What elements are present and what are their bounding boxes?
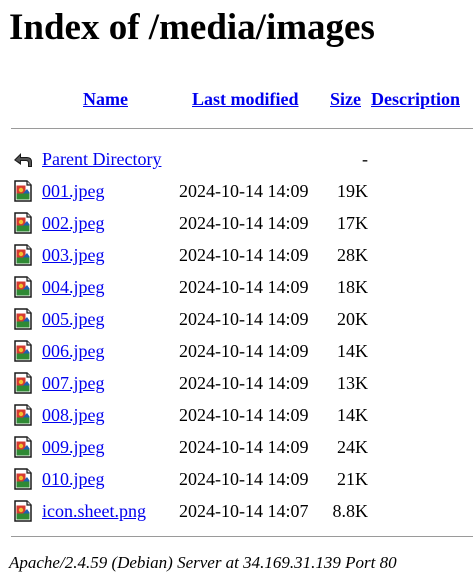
file-size: 24K bbox=[337, 437, 368, 457]
file-size: 13K bbox=[337, 373, 368, 393]
file-row: 006.jpeg 2024-10-14 14:09 14K bbox=[0, 338, 476, 366]
file-size: 18K bbox=[337, 277, 368, 297]
image-file-icon bbox=[11, 179, 35, 203]
file-last-modified: 2024-10-14 14:09 bbox=[179, 213, 309, 233]
file-size: 14K bbox=[337, 405, 368, 425]
image-file-icon bbox=[11, 435, 35, 459]
file-link[interactable]: 001.jpeg bbox=[42, 182, 105, 200]
parent-size: - bbox=[362, 149, 368, 169]
header-divider bbox=[11, 128, 473, 129]
image-file-icon bbox=[11, 403, 35, 427]
file-row: 009.jpeg 2024-10-14 14:09 24K bbox=[0, 434, 476, 462]
file-link[interactable]: icon.sheet.png bbox=[42, 502, 146, 520]
file-link[interactable]: 010.jpeg bbox=[42, 470, 105, 488]
file-link[interactable]: 006.jpeg bbox=[42, 342, 105, 360]
directory-listing-page: Index of /media/images Name Last modifie… bbox=[0, 0, 476, 586]
file-row: 005.jpeg 2024-10-14 14:09 20K bbox=[0, 306, 476, 334]
footer-divider bbox=[11, 536, 473, 537]
sort-by-size-link[interactable]: Size bbox=[330, 90, 361, 108]
file-row: 008.jpeg 2024-10-14 14:09 14K bbox=[0, 402, 476, 430]
parent-directory-link[interactable]: Parent Directory bbox=[42, 150, 161, 168]
file-link[interactable]: 009.jpeg bbox=[42, 438, 105, 456]
page-title: Index of /media/images bbox=[9, 7, 375, 48]
image-file-icon bbox=[11, 467, 35, 491]
image-file-icon bbox=[11, 275, 35, 299]
file-last-modified: 2024-10-14 14:09 bbox=[179, 373, 309, 393]
file-size: 19K bbox=[337, 181, 368, 201]
image-file-icon bbox=[11, 211, 35, 235]
file-row: 002.jpeg 2024-10-14 14:09 17K bbox=[0, 210, 476, 238]
back-arrow-icon bbox=[11, 147, 35, 171]
file-size: 20K bbox=[337, 309, 368, 329]
image-file-icon bbox=[11, 499, 35, 523]
image-file-icon bbox=[11, 339, 35, 363]
file-last-modified: 2024-10-14 14:09 bbox=[179, 437, 309, 457]
file-last-modified: 2024-10-14 14:09 bbox=[179, 405, 309, 425]
file-row: 003.jpeg 2024-10-14 14:09 28K bbox=[0, 242, 476, 270]
file-row: 004.jpeg 2024-10-14 14:09 18K bbox=[0, 274, 476, 302]
file-size: 17K bbox=[337, 213, 368, 233]
file-last-modified: 2024-10-14 14:09 bbox=[179, 341, 309, 361]
file-row: 007.jpeg 2024-10-14 14:09 13K bbox=[0, 370, 476, 398]
image-file-icon bbox=[11, 371, 35, 395]
file-last-modified: 2024-10-14 14:09 bbox=[179, 469, 309, 489]
file-last-modified: 2024-10-14 14:09 bbox=[179, 245, 309, 265]
sort-by-last-modified-link[interactable]: Last modified bbox=[192, 90, 299, 108]
file-link[interactable]: 003.jpeg bbox=[42, 246, 105, 264]
file-link[interactable]: 007.jpeg bbox=[42, 374, 105, 392]
file-size: 8.8K bbox=[332, 501, 369, 521]
file-last-modified: 2024-10-14 14:09 bbox=[179, 181, 309, 201]
image-file-icon bbox=[11, 243, 35, 267]
file-size: 28K bbox=[337, 245, 368, 265]
file-link[interactable]: 005.jpeg bbox=[42, 310, 105, 328]
server-signature: Apache/2.4.59 (Debian) Server at 34.169.… bbox=[9, 553, 397, 572]
parent-directory-row: Parent Directory - bbox=[0, 146, 476, 174]
file-last-modified: 2024-10-14 14:09 bbox=[179, 277, 309, 297]
file-size: 21K bbox=[337, 469, 368, 489]
file-link[interactable]: 002.jpeg bbox=[42, 214, 105, 232]
sort-by-description-link[interactable]: Description bbox=[371, 90, 460, 108]
sort-by-name-link[interactable]: Name bbox=[83, 90, 128, 108]
file-row: icon.sheet.png 2024-10-14 14:07 8.8K bbox=[0, 498, 476, 526]
file-row: 010.jpeg 2024-10-14 14:09 21K bbox=[0, 466, 476, 494]
file-link[interactable]: 004.jpeg bbox=[42, 278, 105, 296]
image-file-icon bbox=[11, 307, 35, 331]
file-size: 14K bbox=[337, 341, 368, 361]
file-last-modified: 2024-10-14 14:09 bbox=[179, 309, 309, 329]
file-last-modified: 2024-10-14 14:07 bbox=[179, 501, 309, 521]
file-link[interactable]: 008.jpeg bbox=[42, 406, 105, 424]
file-row: 001.jpeg 2024-10-14 14:09 19K bbox=[0, 178, 476, 206]
